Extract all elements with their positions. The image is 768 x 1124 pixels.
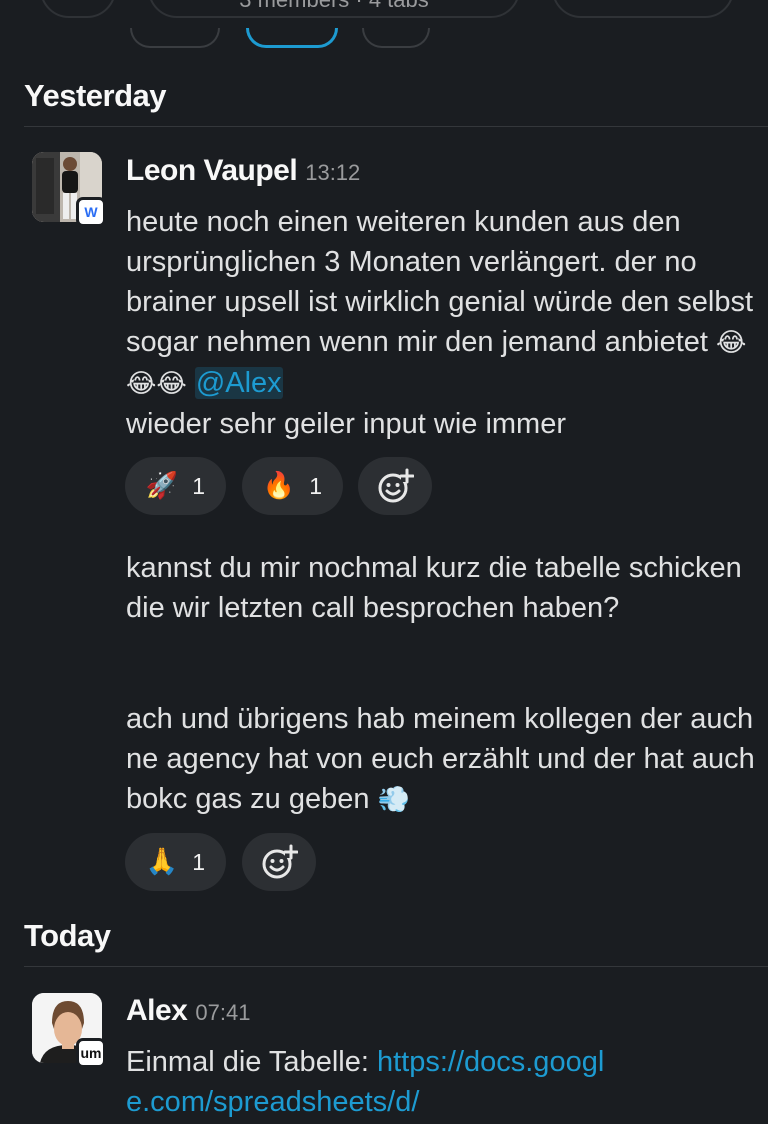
reaction-pray[interactable]: 🙏 1 (125, 833, 226, 891)
message-body-end: wieder sehr geiler input wie immer (126, 408, 566, 440)
rocket-icon: 🚀 (145, 471, 179, 501)
message-text-alex: Einmal die Tabelle: https://docs.google.… (126, 1042, 626, 1122)
author-name[interactable]: Alex (126, 994, 188, 1027)
message-body: Einmal die Tabelle: (126, 1046, 377, 1078)
reaction-count: 1 (309, 472, 323, 499)
message-text-leon-3: ach und übrigens hab meinem kollegen der… (126, 699, 756, 820)
section-divider (24, 966, 768, 967)
add-reaction-button[interactable] (242, 833, 316, 891)
members-tabs-info: 3 members · 4 tabs (148, 0, 520, 13)
message-timestamp[interactable]: 13:12 (305, 160, 360, 185)
reaction-rocket[interactable]: 🚀 1 (125, 457, 226, 515)
reaction-fire[interactable]: 🔥 1 (242, 457, 343, 515)
tab-more[interactable] (362, 28, 430, 48)
mention-alex[interactable]: @Alex (194, 367, 283, 399)
message-text-leon-1: heute noch einen weiteren kunden aus den… (126, 202, 756, 444)
fire-icon: 🔥 (262, 471, 296, 501)
workspace-badge-icon: W (76, 197, 106, 227)
reaction-count: 1 (192, 472, 206, 499)
message-author-leon[interactable]: Leon Vaupel 13:12 (126, 154, 360, 188)
add-reaction-button[interactable] (358, 457, 432, 515)
channel-actions-button[interactable] (552, 0, 734, 18)
add-emoji-icon (262, 844, 298, 879)
workspace-badge-icon: um (76, 1038, 106, 1068)
author-name[interactable]: Leon Vaupel (126, 154, 298, 187)
pray-icon: 🙏 (145, 847, 179, 877)
message-author-alex[interactable]: Alex 07:41 (126, 994, 250, 1028)
section-divider (24, 126, 768, 127)
add-emoji-icon (378, 468, 414, 503)
tab-active[interactable] (246, 28, 338, 48)
reaction-count: 1 (192, 848, 206, 875)
message-body: heute noch einen weiteren kunden aus den… (126, 206, 754, 358)
back-button[interactable] (40, 0, 116, 18)
day-header-yesterday: Yesterday (24, 78, 167, 113)
day-header-today: Today (24, 918, 111, 953)
dash-emoji-icon: 💨 (377, 785, 410, 815)
message-text-leon-2: kannst du mir nochmal kurz die tabelle s… (126, 552, 742, 624)
message-timestamp[interactable]: 07:41 (195, 1000, 250, 1025)
message-body: ach und übrigens hab meinem kollegen der… (126, 703, 755, 815)
tab-messages[interactable] (130, 28, 220, 48)
